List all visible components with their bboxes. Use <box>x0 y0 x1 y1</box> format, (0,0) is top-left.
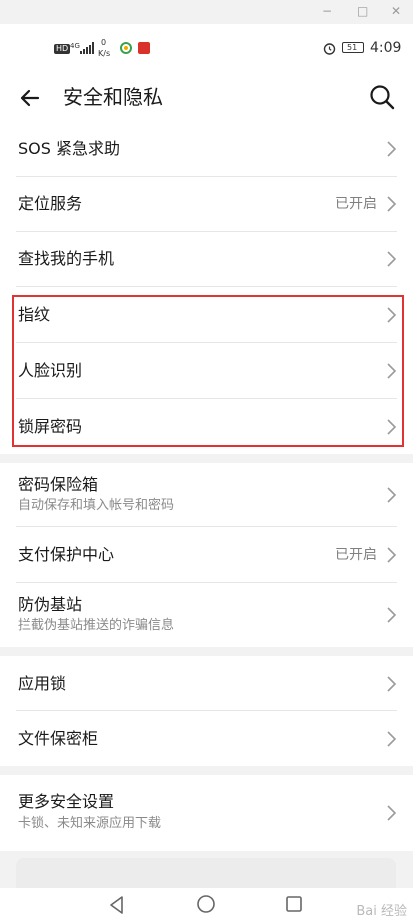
settings-group-1: SOS 紧急求助 定位服务 已开启 查找我的手机 指纹 人脸识别 锁屏密码 <box>0 122 413 454</box>
minimize-button[interactable]: − <box>322 4 332 18</box>
chevron-right-icon <box>387 196 397 212</box>
watermark: Bai 经验 <box>356 904 407 919</box>
item-label: 锁屏密码 <box>18 417 83 436</box>
nav-home-icon[interactable] <box>196 894 216 914</box>
arrow-left-icon[interactable] <box>14 82 46 114</box>
page-title: 安全和隐私 <box>63 85 163 109</box>
settings-group-3: 应用锁 文件保密柜 <box>0 656 413 766</box>
status-bar: HD 4G 0 K/s 51 4:09 <box>0 24 413 76</box>
nav-back-icon[interactable] <box>108 895 126 915</box>
close-button[interactable]: ✕ <box>391 4 401 18</box>
settings-group-2: 密码保险箱 自动保存和填入帐号和密码 支付保护中心 已开启 防伪基站 拦截伪基站… <box>0 463 413 647</box>
item-status: 已开启 <box>335 547 377 563</box>
chevron-right-icon <box>387 731 397 747</box>
network-type: 4G <box>70 42 80 50</box>
password-vault-item[interactable]: 密码保险箱 自动保存和填入帐号和密码 <box>0 463 413 527</box>
fingerprint-item[interactable]: 指纹 <box>0 287 413 343</box>
sos-item[interactable]: SOS 紧急求助 <box>0 122 413 177</box>
chevron-right-icon <box>387 419 397 435</box>
more-security-settings-item[interactable]: 更多安全设置 卡锁、未知来源应用下载 <box>0 775 413 851</box>
battery-icon: 51 <box>342 42 364 53</box>
chevron-right-icon <box>387 805 397 821</box>
chevron-right-icon <box>387 676 397 692</box>
battery-level: 51 <box>347 43 358 52</box>
item-label: 查找我的手机 <box>18 249 115 268</box>
chevron-right-icon <box>387 607 397 623</box>
hd-badge: HD <box>54 44 71 54</box>
item-label: 文件保密柜 <box>18 729 99 748</box>
find-my-phone-item[interactable]: 查找我的手机 <box>0 232 413 287</box>
partial-card <box>16 858 396 888</box>
item-subtitle: 拦截伪基站推送的诈骗信息 <box>18 618 175 633</box>
lock-screen-password-item[interactable]: 锁屏密码 <box>0 399 413 454</box>
navigation-bar: Bai 经验 <box>0 888 413 923</box>
payment-protection-item[interactable]: 支付保护中心 已开启 <box>0 527 413 583</box>
item-label: SOS 紧急求助 <box>18 139 120 158</box>
settings-group-4: 更多安全设置 卡锁、未知来源应用下载 <box>0 775 413 851</box>
signal-icon <box>80 42 94 54</box>
status-time: 4:09 <box>370 40 402 56</box>
chevron-right-icon <box>387 363 397 379</box>
alarm-icon <box>323 43 336 55</box>
location-service-item[interactable]: 定位服务 已开启 <box>0 177 413 232</box>
item-subtitle: 卡锁、未知来源应用下载 <box>18 816 162 831</box>
chevron-right-icon <box>387 547 397 563</box>
item-label: 人脸识别 <box>18 361 83 380</box>
item-subtitle: 自动保存和填入帐号和密码 <box>18 498 175 513</box>
settings-list: SOS 紧急求助 定位服务 已开启 查找我的手机 指纹 人脸识别 锁屏密码 密码… <box>0 122 413 888</box>
nav-recents-icon[interactable] <box>285 895 303 913</box>
notification-app-icon <box>138 42 150 54</box>
net-speed-unit: K/s <box>98 49 111 58</box>
chevron-right-icon <box>387 251 397 267</box>
item-label: 支付保护中心 <box>18 545 115 564</box>
app-lock-item[interactable]: 应用锁 <box>0 656 413 711</box>
item-label: 定位服务 <box>18 194 83 213</box>
face-recognition-item[interactable]: 人脸识别 <box>0 343 413 399</box>
item-status: 已开启 <box>335 196 377 212</box>
search-icon[interactable] <box>367 82 397 112</box>
item-label: 更多安全设置 <box>18 792 115 811</box>
app-bar: 安全和隐私 <box>0 76 413 122</box>
fake-base-station-item[interactable]: 防伪基站 拦截伪基站推送的诈骗信息 <box>0 583 413 647</box>
file-safe-item[interactable]: 文件保密柜 <box>0 711 413 766</box>
item-label: 指纹 <box>18 305 51 324</box>
chevron-right-icon <box>387 487 397 503</box>
item-label: 应用锁 <box>18 674 67 693</box>
window-titlebar: − □ ✕ <box>0 0 413 24</box>
browser-app-icon <box>120 42 132 54</box>
item-label: 防伪基站 <box>18 595 83 614</box>
chevron-right-icon <box>387 141 397 157</box>
net-speed-value: 0 <box>101 38 107 47</box>
maximize-button[interactable]: □ <box>357 4 368 18</box>
chevron-right-icon <box>387 307 397 323</box>
item-label: 密码保险箱 <box>18 475 99 494</box>
